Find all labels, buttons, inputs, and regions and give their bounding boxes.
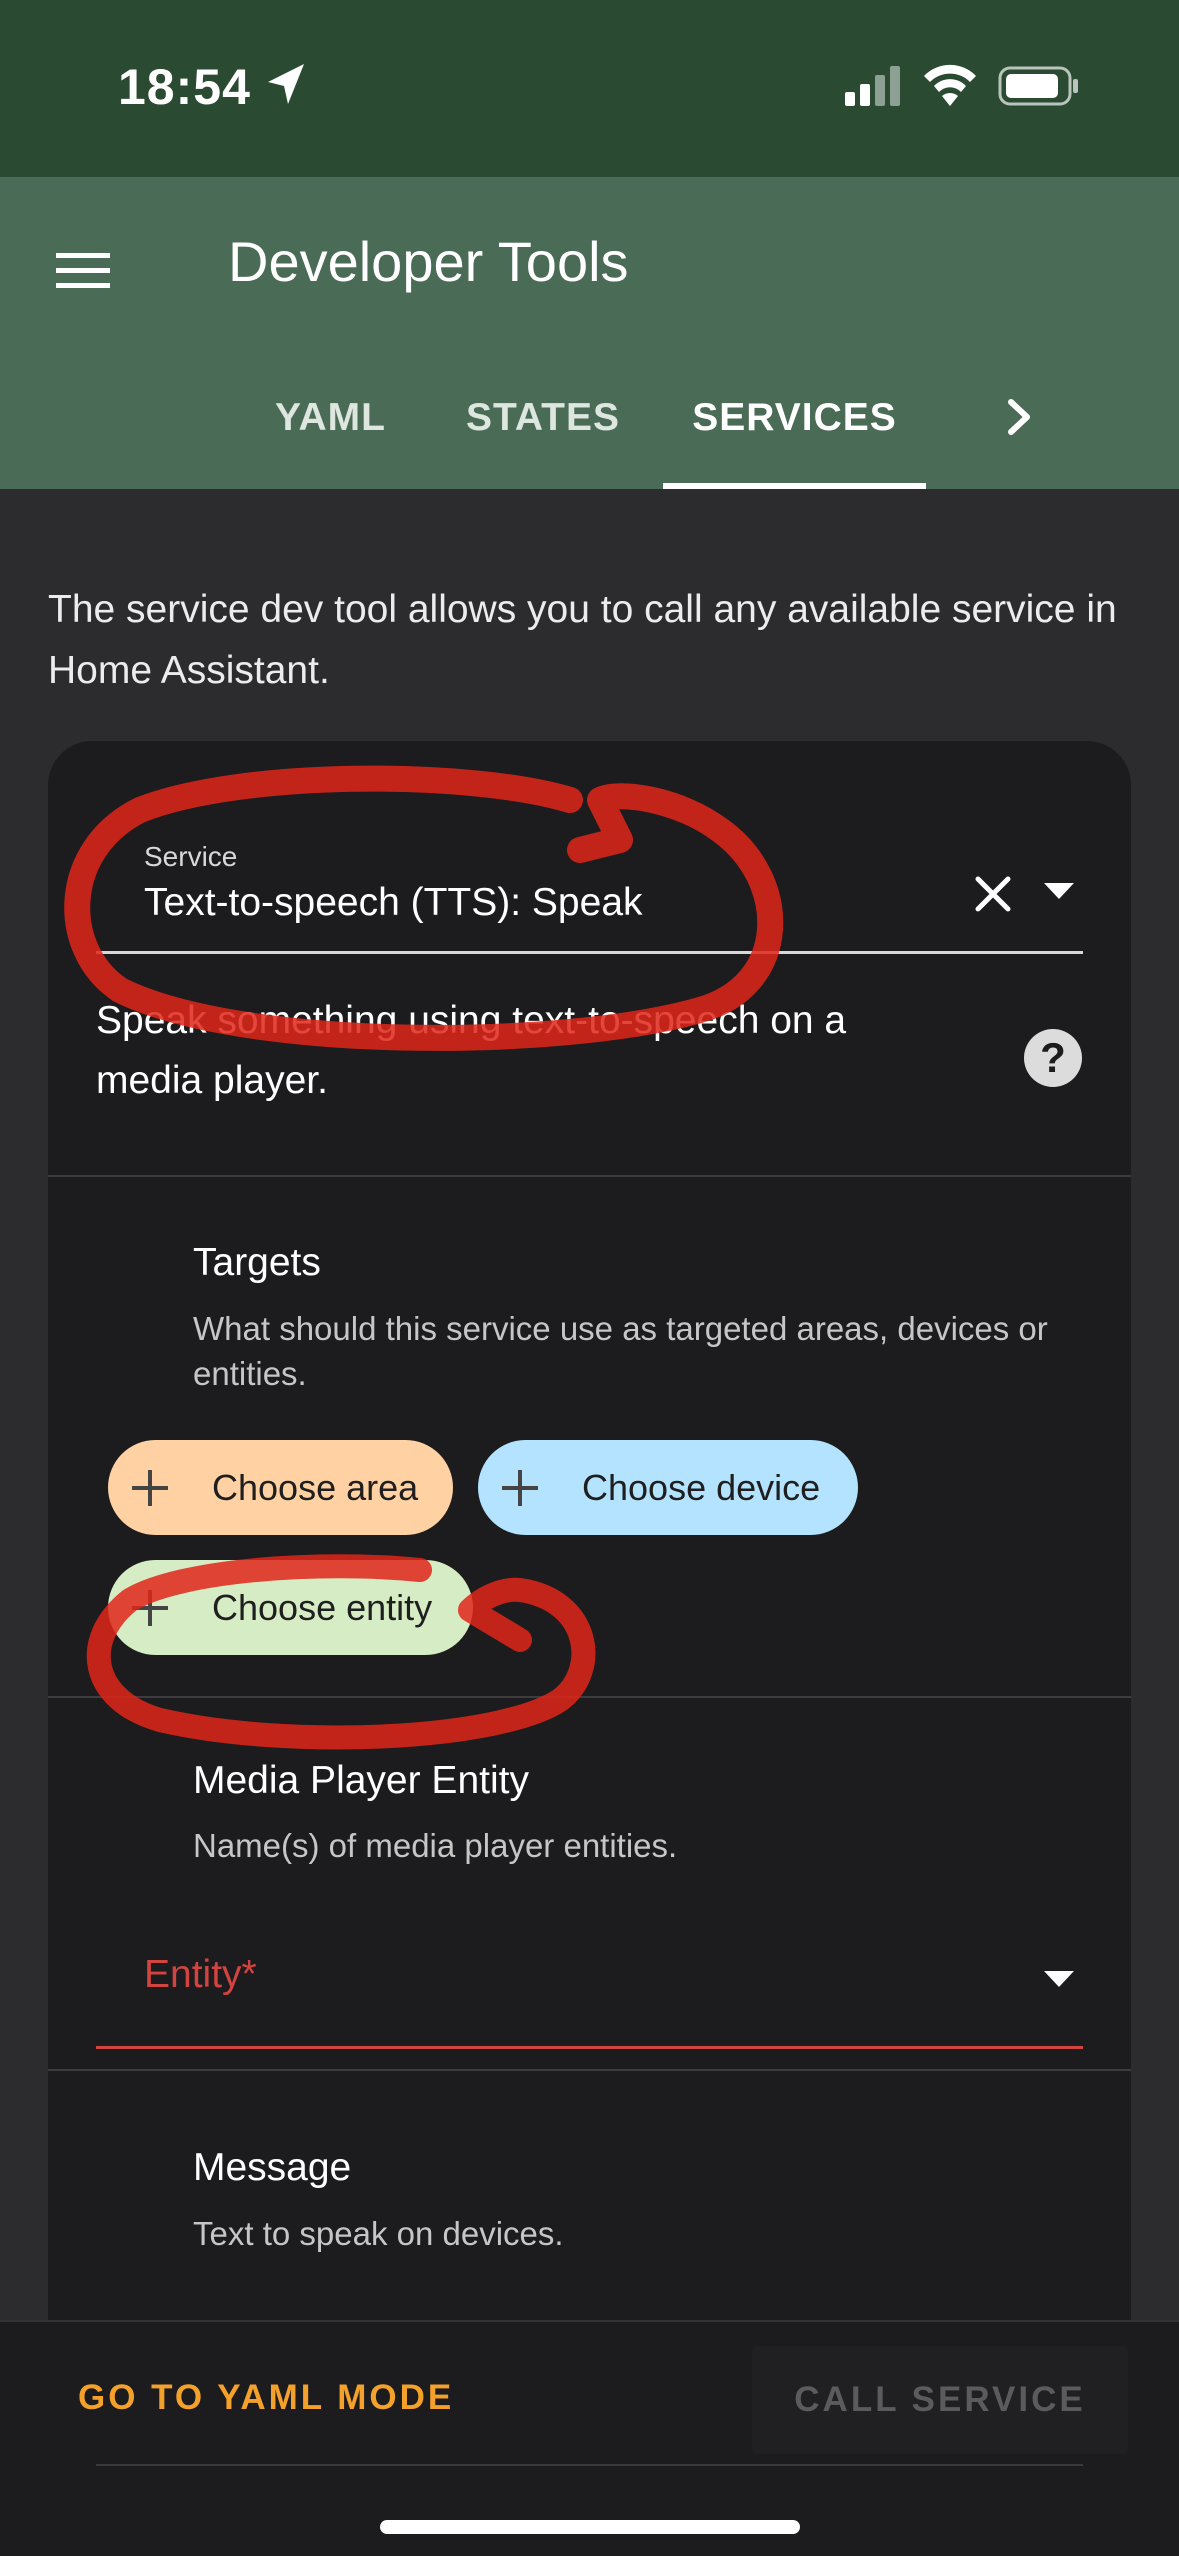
- action-bar: GO TO YAML MODE CALL SERVICE: [0, 2320, 1179, 2556]
- choose-area-button[interactable]: Choose area: [108, 1440, 453, 1535]
- tab-bar: YAML STATES SERVICES: [0, 347, 1179, 489]
- entity-select[interactable]: Entity*: [96, 1911, 1083, 2049]
- plus-icon: [132, 1469, 168, 1506]
- message-description: Text to speak on devices.: [193, 2215, 564, 2252]
- status-bar: 18:54: [0, 0, 1179, 177]
- service-select[interactable]: Service Text-to-speech (TTS): Speak: [96, 801, 1083, 954]
- location-arrow-icon: [268, 64, 304, 104]
- dropdown-caret-icon[interactable]: [1042, 881, 1076, 901]
- status-time: 18:54: [118, 59, 251, 115]
- home-indicator: [380, 2520, 800, 2534]
- choose-entity-label: Choose entity: [212, 1586, 433, 1628]
- tab-yaml[interactable]: YAML: [248, 347, 413, 489]
- service-value: Text-to-speech (TTS): Speak: [144, 881, 643, 924]
- go-to-yaml-mode-button[interactable]: GO TO YAML MODE: [78, 2378, 454, 2418]
- divider: [48, 1175, 1131, 1177]
- service-card: Service Text-to-speech (TTS): Speak Spea…: [48, 741, 1131, 2556]
- hamburger-menu-icon[interactable]: [50, 235, 120, 305]
- app-bar: Developer Tools YAML STATES SERVICES: [0, 177, 1179, 489]
- choose-area-label: Choose area: [212, 1466, 419, 1508]
- entity-label: Entity*: [144, 1953, 257, 1996]
- service-description: Speak something using text-to-speech on …: [96, 999, 847, 1102]
- tab-states[interactable]: STATES: [448, 347, 638, 489]
- divider: [96, 2464, 1083, 2466]
- plus-icon: [132, 1589, 168, 1626]
- screen: 18:54 Developer Tools YAML STATES SERVIC…: [0, 0, 1179, 2556]
- targets-title: Targets: [193, 1241, 321, 1284]
- cellular-signal-icon: [845, 66, 900, 106]
- battery-icon: [998, 66, 1078, 106]
- tab-services[interactable]: SERVICES: [663, 347, 926, 489]
- wifi-icon: [924, 64, 976, 106]
- media-player-description: Name(s) of media player entities.: [193, 1827, 678, 1864]
- service-label: Service: [144, 841, 238, 872]
- plus-icon: [502, 1469, 538, 1506]
- main-content: The service dev tool allows you to call …: [0, 489, 1179, 2556]
- clear-icon[interactable]: [968, 869, 1018, 919]
- choose-device-button[interactable]: Choose device: [478, 1440, 858, 1535]
- dropdown-caret-icon[interactable]: [1042, 1969, 1076, 1989]
- divider: [48, 2069, 1131, 2071]
- call-service-button[interactable]: CALL SERVICE: [752, 2346, 1128, 2454]
- chevron-right-icon[interactable]: [995, 392, 1045, 442]
- targets-description: What should this service use as targeted…: [193, 1310, 1048, 1392]
- choose-device-label: Choose device: [582, 1466, 821, 1508]
- media-player-title: Media Player Entity: [193, 1759, 529, 1802]
- message-title: Message: [193, 2146, 352, 2189]
- page-title: Developer Tools: [228, 230, 629, 293]
- choose-entity-button[interactable]: Choose entity: [108, 1560, 473, 1655]
- help-icon[interactable]: ?: [1024, 1029, 1082, 1087]
- divider: [48, 1696, 1131, 1698]
- intro-text: The service dev tool allows you to call …: [48, 588, 1117, 692]
